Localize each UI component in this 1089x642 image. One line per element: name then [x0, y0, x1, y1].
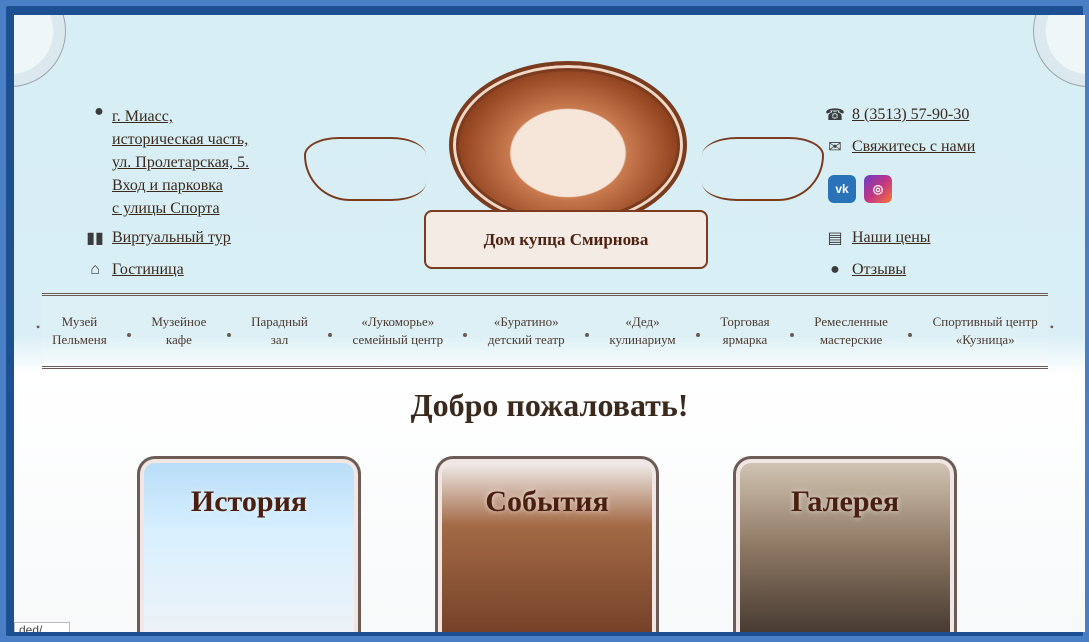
menu-item-label-1: Ремесленные	[814, 314, 888, 329]
phone-row[interactable]: ☎ 8 (3513) 57-90-30	[825, 106, 969, 124]
map-icon: ▮▮	[86, 230, 104, 247]
menu-item-label-1: Музейное	[151, 314, 207, 329]
menu-item-cafe[interactable]: Музейное кафе	[151, 313, 206, 349]
prices-link[interactable]: Наши цены	[852, 229, 931, 247]
address-line-1: г. Миасс,	[112, 108, 173, 125]
menu-item-buratino[interactable]: «Буратино» детский театр	[488, 313, 565, 349]
menu-item-workshops[interactable]: Ремесленные мастерские	[814, 313, 888, 349]
menu-item-label-2: «Кузница»	[955, 332, 1015, 347]
menu-item-hall[interactable]: Парадный зал	[251, 313, 308, 349]
logo-banner-text: Дом купца Смирнова	[483, 229, 649, 249]
globe-icon: ●	[94, 103, 104, 120]
menu-separator	[789, 333, 794, 337]
virtual-tour-link[interactable]: Виртуальный тур	[112, 229, 231, 247]
logo-ornament-left	[304, 137, 426, 201]
vk-icon[interactable]: vk	[828, 175, 856, 203]
menu-item-label-1: «Лукоморье»	[361, 314, 435, 329]
menu-item-label-1: Спортивный центр	[932, 314, 1038, 329]
logo-banner: Дом купца Смирнова	[424, 210, 708, 269]
card-title: События	[485, 485, 609, 518]
address-line-2: историческая часть,	[112, 131, 249, 148]
logo[interactable]: Дом купца Смирнова	[304, 55, 824, 290]
window-frame: ● г. Миасс, историческая часть, ул. Прол…	[6, 6, 1085, 636]
menu-item-label-2: зал	[270, 332, 289, 347]
section-cards: История События Галерея	[137, 456, 957, 632]
menu-item-lukomorye[interactable]: «Лукоморье» семейный центр	[353, 313, 444, 349]
address-line-3: ул. Пролетарская, 5.	[112, 154, 250, 171]
menu-item-label-2: мастерские	[819, 332, 883, 347]
menu-separator	[908, 333, 913, 337]
card-events[interactable]: События	[435, 456, 659, 632]
menu-item-label-2: кулинариум	[609, 332, 676, 347]
main-menu: Музей Пельменя Музейное кафе Парадный за…	[36, 293, 1054, 369]
instagram-icon[interactable]: ◎	[864, 175, 892, 203]
decor-corner-left	[14, 15, 66, 87]
contact-link[interactable]: Свяжитесь с нами	[852, 138, 975, 156]
hotel-link[interactable]: Гостиница	[112, 261, 184, 279]
menu-separator	[328, 333, 333, 337]
webpage: ● г. Миасс, историческая часть, ул. Прол…	[14, 15, 1085, 632]
menu-item-fair[interactable]: Торговая ярмарка	[720, 313, 769, 349]
location-icon: ●	[830, 261, 840, 278]
card-gallery[interactable]: Галерея	[733, 456, 957, 632]
menu-item-label-2: ярмарка	[722, 332, 768, 347]
menu-item-label-2: Пельменя	[52, 332, 107, 347]
card-history[interactable]: История	[137, 456, 361, 632]
social-row: vk ◎	[828, 175, 892, 203]
prices-row[interactable]: ▤ Наши цены	[826, 229, 931, 247]
logo-building-medallion	[449, 61, 687, 229]
document-icon: ▤	[827, 230, 843, 247]
logo-ornament-right	[702, 137, 824, 201]
menu-separator	[463, 333, 468, 337]
menu-item-pelmeni[interactable]: Музей Пельменя	[52, 313, 107, 349]
menu-item-ded[interactable]: «Дед» кулинариум	[609, 313, 675, 349]
phone-icon: ☎	[825, 107, 845, 124]
address-line-4: Вход и парковка	[112, 177, 223, 194]
hotel-row[interactable]: ⌂ Гостиница	[86, 261, 184, 279]
home-icon: ⌂	[90, 261, 100, 278]
address-link[interactable]: г. Миасс, историческая часть, ул. Пролет…	[112, 105, 249, 220]
menu-item-label-1: «Дед»	[625, 314, 660, 329]
decor-corner-right	[1033, 15, 1085, 87]
welcome-heading: Добро пожаловать!	[410, 387, 689, 423]
menu-separator	[226, 333, 231, 337]
menu-item-label-2: кафе	[165, 332, 192, 347]
menu-separator	[585, 333, 590, 337]
card-title: Галерея	[790, 485, 900, 518]
menu-item-sport[interactable]: Спортивный центр «Кузница»	[933, 313, 1038, 349]
menu-item-label-2: детский театр	[487, 332, 565, 347]
menu-item-label-2: семейный центр	[352, 332, 444, 347]
reviews-row[interactable]: ● Отзывы	[826, 261, 906, 279]
card-title: История	[190, 485, 308, 518]
address-line-5: с улицы Спорта	[112, 200, 220, 217]
phone-link[interactable]: 8 (3513) 57-90-30	[852, 106, 969, 124]
status-bar: ded/	[14, 622, 70, 632]
reviews-link[interactable]: Отзывы	[852, 261, 906, 279]
menu-item-label-1: «Буратино»	[493, 314, 559, 329]
menu-item-label-1: Парадный	[251, 314, 308, 329]
mail-icon: ✉	[828, 139, 842, 156]
menu-item-label-1: Музей	[61, 314, 98, 329]
menu-separator	[696, 333, 701, 337]
contact-row[interactable]: ✉ Свяжитесь с нами	[826, 138, 975, 156]
virtual-tour-row[interactable]: ▮▮ Виртуальный тур	[86, 229, 231, 247]
menu-separator	[127, 333, 132, 337]
menu-item-label-1: Торговая	[720, 314, 770, 329]
